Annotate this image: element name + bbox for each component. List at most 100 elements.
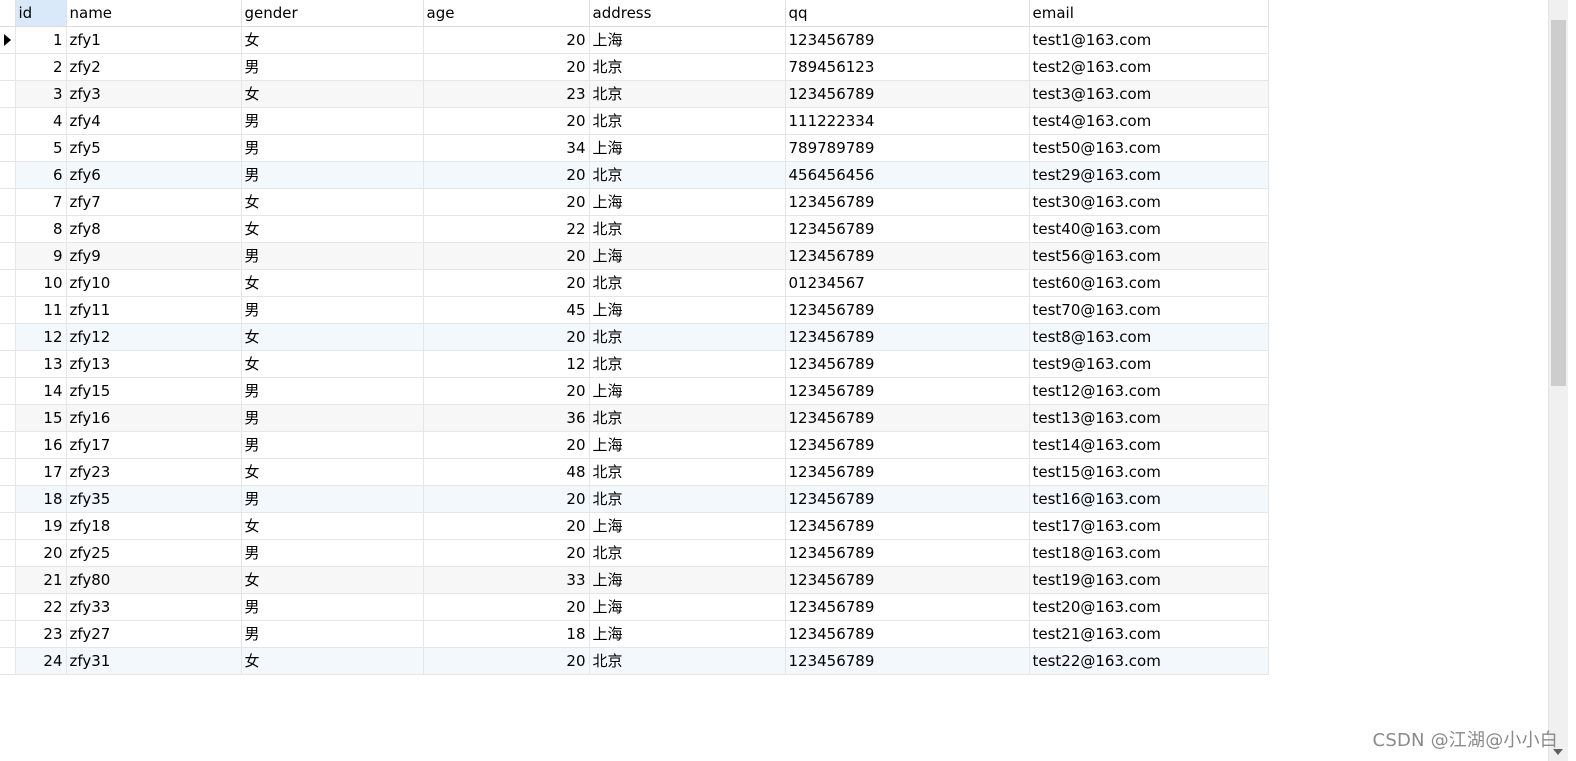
- cell-address[interactable]: 上海: [589, 242, 786, 270]
- cell-email[interactable]: test1@163.com: [1029, 26, 1269, 54]
- cell-qq[interactable]: 123456789: [785, 350, 1030, 378]
- cell-email[interactable]: test18@163.com: [1029, 539, 1269, 567]
- cell-gender[interactable]: 男: [241, 431, 424, 459]
- cell-email[interactable]: test2@163.com: [1029, 53, 1269, 81]
- cell-qq[interactable]: 123456789: [785, 323, 1030, 351]
- cell-qq[interactable]: 123456789: [785, 296, 1030, 324]
- cell-qq[interactable]: 123456789: [785, 512, 1030, 540]
- cell-name[interactable]: zfy80: [66, 566, 242, 594]
- column-header-name[interactable]: name: [66, 0, 242, 27]
- table-row[interactable]: 6 zfy6 男 20 北京 456456456 test29@163.com: [0, 161, 1269, 189]
- cell-email[interactable]: test22@163.com: [1029, 647, 1269, 675]
- cell-email[interactable]: test3@163.com: [1029, 80, 1269, 108]
- row-indicator[interactable]: [0, 161, 16, 189]
- column-header-qq[interactable]: qq: [785, 0, 1030, 27]
- row-indicator[interactable]: [0, 647, 16, 675]
- cell-id[interactable]: 14: [15, 377, 67, 405]
- cell-qq[interactable]: 123456789: [785, 377, 1030, 405]
- result-grid[interactable]: id name gender age address qq email 1 zfy…: [0, 0, 1548, 761]
- cell-age[interactable]: 20: [423, 188, 590, 216]
- row-indicator[interactable]: [0, 53, 16, 81]
- cell-gender[interactable]: 女: [241, 323, 424, 351]
- row-indicator[interactable]: [0, 323, 16, 351]
- cell-gender[interactable]: 男: [241, 620, 424, 648]
- cell-email[interactable]: test4@163.com: [1029, 107, 1269, 135]
- cell-name[interactable]: zfy13: [66, 350, 242, 378]
- cell-qq[interactable]: 123456789: [785, 215, 1030, 243]
- cell-id[interactable]: 13: [15, 350, 67, 378]
- cell-age[interactable]: 20: [423, 26, 590, 54]
- cell-email[interactable]: test29@163.com: [1029, 161, 1269, 189]
- row-indicator[interactable]: [0, 566, 16, 594]
- table-row[interactable]: 22 zfy33 男 20 上海 123456789 test20@163.com: [0, 593, 1269, 621]
- cell-name[interactable]: zfy12: [66, 323, 242, 351]
- cell-qq[interactable]: 789456123: [785, 53, 1030, 81]
- cell-gender[interactable]: 男: [241, 593, 424, 621]
- cell-age[interactable]: 48: [423, 458, 590, 486]
- table-row[interactable]: 2 zfy2 男 20 北京 789456123 test2@163.com: [0, 53, 1269, 81]
- cell-qq[interactable]: 123456789: [785, 539, 1030, 567]
- cell-name[interactable]: zfy18: [66, 512, 242, 540]
- cell-name[interactable]: zfy17: [66, 431, 242, 459]
- cell-age[interactable]: 20: [423, 647, 590, 675]
- cell-email[interactable]: test30@163.com: [1029, 188, 1269, 216]
- cell-age[interactable]: 20: [423, 485, 590, 513]
- cell-age[interactable]: 18: [423, 620, 590, 648]
- cell-address[interactable]: 上海: [589, 377, 786, 405]
- table-row[interactable]: 3 zfy3 女 23 北京 123456789 test3@163.com: [0, 80, 1269, 108]
- cell-id[interactable]: 11: [15, 296, 67, 324]
- column-header-age[interactable]: age: [423, 0, 590, 27]
- cell-id[interactable]: 6: [15, 161, 67, 189]
- scrollbar-thumb[interactable]: [1551, 20, 1566, 386]
- table-row[interactable]: 21 zfy80 女 33 上海 123456789 test19@163.com: [0, 566, 1269, 594]
- cell-age[interactable]: 23: [423, 80, 590, 108]
- column-header-id[interactable]: id: [15, 0, 67, 27]
- table-row[interactable]: 12 zfy12 女 20 北京 123456789 test8@163.com: [0, 323, 1269, 351]
- row-indicator[interactable]: [0, 242, 16, 270]
- cell-address[interactable]: 北京: [589, 80, 786, 108]
- cell-age[interactable]: 45: [423, 296, 590, 324]
- cell-id[interactable]: 18: [15, 485, 67, 513]
- cell-qq[interactable]: 123456789: [785, 593, 1030, 621]
- cell-age[interactable]: 20: [423, 377, 590, 405]
- row-indicator[interactable]: [0, 431, 16, 459]
- table-row[interactable]: 9 zfy9 男 20 上海 123456789 test56@163.com: [0, 242, 1269, 270]
- cell-qq[interactable]: 123456789: [785, 26, 1030, 54]
- cell-qq[interactable]: 123456789: [785, 458, 1030, 486]
- cell-id[interactable]: 5: [15, 134, 67, 162]
- cell-name[interactable]: zfy11: [66, 296, 242, 324]
- cell-gender[interactable]: 男: [241, 296, 424, 324]
- row-indicator[interactable]: [0, 296, 16, 324]
- table-row[interactable]: 5 zfy5 男 34 上海 789789789 test50@163.com: [0, 134, 1269, 162]
- column-header-address[interactable]: address: [589, 0, 786, 27]
- cell-email[interactable]: test8@163.com: [1029, 323, 1269, 351]
- cell-address[interactable]: 上海: [589, 296, 786, 324]
- cell-qq[interactable]: 123456789: [785, 620, 1030, 648]
- cell-gender[interactable]: 男: [241, 107, 424, 135]
- cell-qq[interactable]: 123456789: [785, 80, 1030, 108]
- cell-id[interactable]: 8: [15, 215, 67, 243]
- cell-qq[interactable]: 123456789: [785, 242, 1030, 270]
- table-row[interactable]: 19 zfy18 女 20 上海 123456789 test17@163.com: [0, 512, 1269, 540]
- table-row[interactable]: 18 zfy35 男 20 北京 123456789 test16@163.com: [0, 485, 1269, 513]
- cell-address[interactable]: 北京: [589, 647, 786, 675]
- cell-address[interactable]: 北京: [589, 458, 786, 486]
- cell-id[interactable]: 9: [15, 242, 67, 270]
- cell-name[interactable]: zfy6: [66, 161, 242, 189]
- cell-id[interactable]: 17: [15, 458, 67, 486]
- row-indicator[interactable]: [0, 134, 16, 162]
- table-row[interactable]: 4 zfy4 男 20 北京 111222334 test4@163.com: [0, 107, 1269, 135]
- cell-id[interactable]: 22: [15, 593, 67, 621]
- table-row[interactable]: 13 zfy13 女 12 北京 123456789 test9@163.com: [0, 350, 1269, 378]
- cell-name[interactable]: zfy15: [66, 377, 242, 405]
- cell-age[interactable]: 36: [423, 404, 590, 432]
- cell-email[interactable]: test50@163.com: [1029, 134, 1269, 162]
- cell-name[interactable]: zfy16: [66, 404, 242, 432]
- cell-gender[interactable]: 男: [241, 134, 424, 162]
- cell-email[interactable]: test13@163.com: [1029, 404, 1269, 432]
- cell-age[interactable]: 22: [423, 215, 590, 243]
- column-header-email[interactable]: email: [1029, 0, 1269, 27]
- cell-gender[interactable]: 男: [241, 161, 424, 189]
- cell-gender[interactable]: 女: [241, 26, 424, 54]
- table-row[interactable]: 15 zfy16 男 36 北京 123456789 test13@163.com: [0, 404, 1269, 432]
